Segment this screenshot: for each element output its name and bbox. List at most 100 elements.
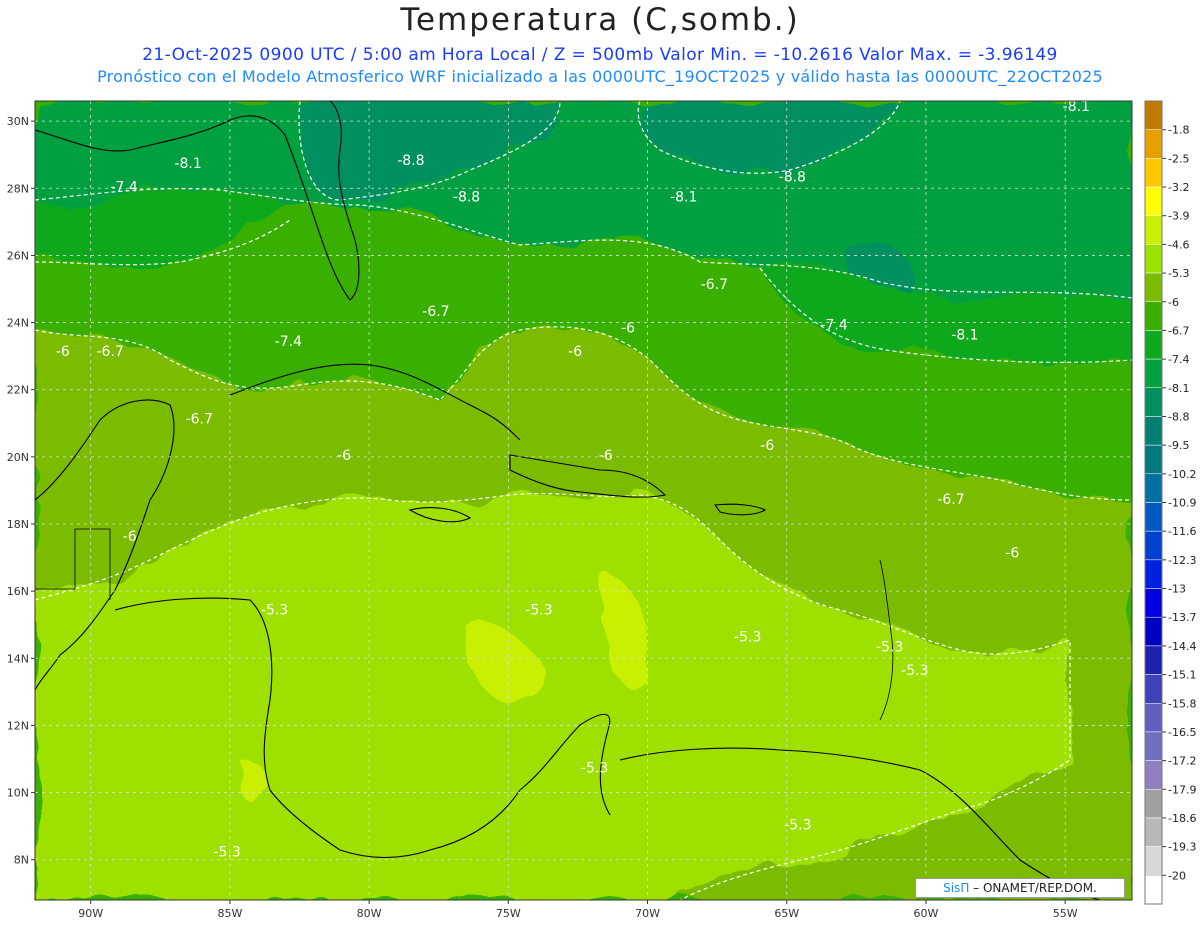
field-layer: [35, 101, 1132, 900]
colorbar-swatch: [1144, 186, 1163, 216]
colorbar-label: -18.6: [1168, 812, 1196, 825]
colorbar-label: -17.2: [1168, 755, 1196, 768]
lat-tick-label: 28N: [7, 182, 29, 195]
colorbar-swatch: [1144, 301, 1163, 331]
colorbar-swatch: [1144, 272, 1163, 303]
contour-value-label: -8.1: [951, 327, 978, 343]
colorbar-swatch: [1144, 674, 1163, 704]
colorbar-swatch: [1144, 244, 1163, 274]
colorbar-swatch: [1144, 559, 1163, 589]
colorbar-label: -20: [1168, 869, 1186, 882]
contour-value-label: -6: [56, 344, 70, 360]
contour-value-label: -6: [621, 321, 635, 337]
contour-value-label: -6: [599, 448, 613, 464]
lat-tick-label: 30N: [7, 115, 29, 128]
lon-tick-label: 60W: [914, 907, 939, 920]
lon-tick-label: 55W: [1053, 907, 1078, 920]
contour-value-label: -8.8: [397, 153, 424, 169]
contour-value-label: -8.8: [453, 190, 480, 206]
colorbar-label: -16.5: [1168, 726, 1196, 739]
lon-tick-label: 90W: [78, 907, 103, 920]
contour-value-label: -7.4: [820, 317, 847, 333]
colorbar-label: -2.5: [1168, 152, 1189, 165]
colorbar-label: -10.2: [1168, 468, 1196, 481]
contour-value-label: -6: [337, 448, 351, 464]
colorbar-swatch: [1144, 129, 1163, 159]
colorbar-swatch: [1144, 645, 1163, 675]
lat-tick-label: 18N: [7, 518, 29, 531]
colorbar-label: -1.8: [1168, 124, 1189, 137]
lon-tick-label: 85W: [217, 907, 242, 920]
colorbar-swatch: [1144, 215, 1163, 245]
colorbar-swatch: [1144, 731, 1163, 761]
contour-value-label: -7.4: [275, 334, 302, 350]
contour-value-label: -8.1: [174, 156, 201, 172]
temperature-map: 30N 28N 26N 24N 22N 20N 18N 16N 14N 12N 10N 8N 90W 85…: [7, 99, 1197, 920]
colorbar-label: -8.1: [1168, 382, 1189, 395]
contour-value-label: -8.1: [670, 190, 697, 206]
contour-value-label: -6: [123, 529, 137, 545]
colorbar-label: -13: [1168, 583, 1186, 596]
contour-value-label: -5.3: [876, 640, 903, 656]
contour-value-label: -6.7: [422, 304, 449, 320]
lat-tick-label: 12N: [7, 719, 29, 732]
lon-tick-label: 70W: [635, 907, 660, 920]
contour-value-label: -6: [1005, 546, 1019, 562]
colorbar-swatch: [1144, 358, 1163, 389]
colorbar-swatch: [1144, 416, 1163, 446]
lon-tick-label: 65W: [774, 907, 799, 920]
colorbar-label: -5.3: [1168, 267, 1189, 280]
colorbar-label: -9.5: [1168, 439, 1189, 452]
colorbar-swatch: [1144, 330, 1163, 360]
credit-brand: SisΠ: [943, 881, 970, 895]
lat-tick-label: 26N: [7, 249, 29, 262]
contour-value-label: -5.3: [581, 760, 608, 776]
contour-value-label: -6.7: [937, 492, 964, 508]
credit-text: – ONAMET/REP.DOM.: [969, 881, 1097, 895]
colorbar-swatch: [1144, 100, 1163, 130]
lat-tick-label: 10N: [7, 787, 29, 800]
colorbar-swatch: [1144, 760, 1163, 790]
lat-tick-label: 14N: [7, 652, 29, 665]
colorbar-label: -4.6: [1168, 238, 1189, 251]
contour-value-label: -5.3: [784, 818, 811, 834]
contour-value-label: -6: [760, 438, 774, 454]
colorbar: -1.8 -2.5 -3.2 -3.9 -4.6 -5.3 -6 -6.7 -7.4 -8.1 -8…: [1144, 100, 1196, 905]
colorbar-label: -6.7: [1168, 324, 1189, 337]
colorbar-swatch: [1144, 616, 1163, 647]
colorbar-swatch: [1144, 846, 1163, 876]
colorbar-label: -19.3: [1168, 841, 1196, 854]
lat-tick-label: 16N: [7, 585, 29, 598]
lat-tick-label: 22N: [7, 384, 29, 397]
colorbar-label: -7.4: [1168, 353, 1189, 366]
colorbar-label: -17.9: [1168, 783, 1196, 796]
colorbar-label: -6: [1168, 296, 1179, 309]
colorbar-swatch: [1144, 158, 1163, 188]
colorbar-swatch: [1144, 387, 1163, 417]
contour-value-label: -6.7: [97, 344, 124, 360]
colorbar-swatch: [1144, 703, 1163, 733]
colorbar-swatch: [1144, 502, 1163, 532]
colorbar-label: -15.1: [1168, 669, 1196, 682]
colorbar-label: -13.7: [1168, 611, 1196, 624]
contour-value-label: -6: [568, 344, 582, 360]
colorbar-label: -8.8: [1168, 410, 1189, 423]
contour-value-label: -5.3: [213, 844, 240, 860]
contour-value-label: -5.3: [734, 630, 761, 646]
lat-tick-label: 8N: [14, 854, 29, 867]
contour-value-label: -7.4: [110, 180, 137, 196]
colorbar-label: -12.3: [1168, 554, 1196, 567]
colorbar-swatch: [1144, 473, 1163, 503]
contour-value-label: -5.3: [261, 603, 288, 619]
colorbar-label: -10.9: [1168, 497, 1196, 510]
contour-value-label: -8.8: [779, 170, 806, 186]
colorbar-label: -3.9: [1168, 210, 1189, 223]
contour-value-label: -5.3: [901, 663, 928, 679]
contour-value-label: -5.3: [525, 603, 552, 619]
lon-tick-label: 75W: [496, 907, 521, 920]
colorbar-swatch: [1144, 817, 1163, 847]
colorbar-label: -14.4: [1168, 640, 1196, 653]
colorbar-swatch: [1144, 530, 1163, 561]
lat-tick-label: 24N: [7, 317, 29, 330]
contour-value-label: -6.7: [701, 277, 728, 293]
